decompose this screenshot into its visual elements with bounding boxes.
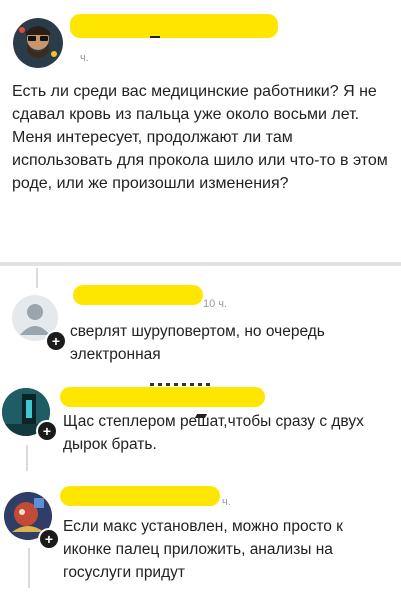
section-divider (0, 262, 401, 266)
thread-line (36, 268, 38, 288)
add-icon[interactable]: + (36, 420, 58, 442)
redacted-commenter-name (73, 285, 203, 305)
comment-text: Щас степлером решат,чтобы сразу с двух д… (63, 413, 364, 453)
thread-line (26, 445, 28, 471)
post-time: ч. (80, 52, 89, 64)
post-paragraph: Меня интересует, продолжают ли там испол… (12, 129, 388, 192)
comment-text: Если макс установлен, можно просто к ико… (63, 518, 343, 581)
comment-time: ч. (222, 496, 231, 508)
post-paragraph: Есть ли среди вас медицинские работники?… (12, 83, 377, 123)
thread-line (28, 548, 30, 588)
add-icon[interactable]: + (45, 330, 67, 352)
redacted-commenter-name (60, 486, 220, 506)
redacted-author-name (70, 14, 278, 38)
add-icon[interactable]: + (38, 528, 60, 550)
redaction-mark (150, 36, 160, 38)
comment-text: сверлят шуруповертом, но очередь электро… (70, 323, 325, 363)
post-author-avatar[interactable] (13, 18, 63, 68)
redacted-commenter-name (60, 387, 265, 407)
post-card: ч. Есть ли среди вас медицинские работни… (0, 0, 401, 262)
comment-time: 10 ч. (203, 298, 228, 310)
redaction-mark (150, 383, 210, 386)
post-body: Есть ли среди вас медицинские работники?… (12, 80, 397, 195)
